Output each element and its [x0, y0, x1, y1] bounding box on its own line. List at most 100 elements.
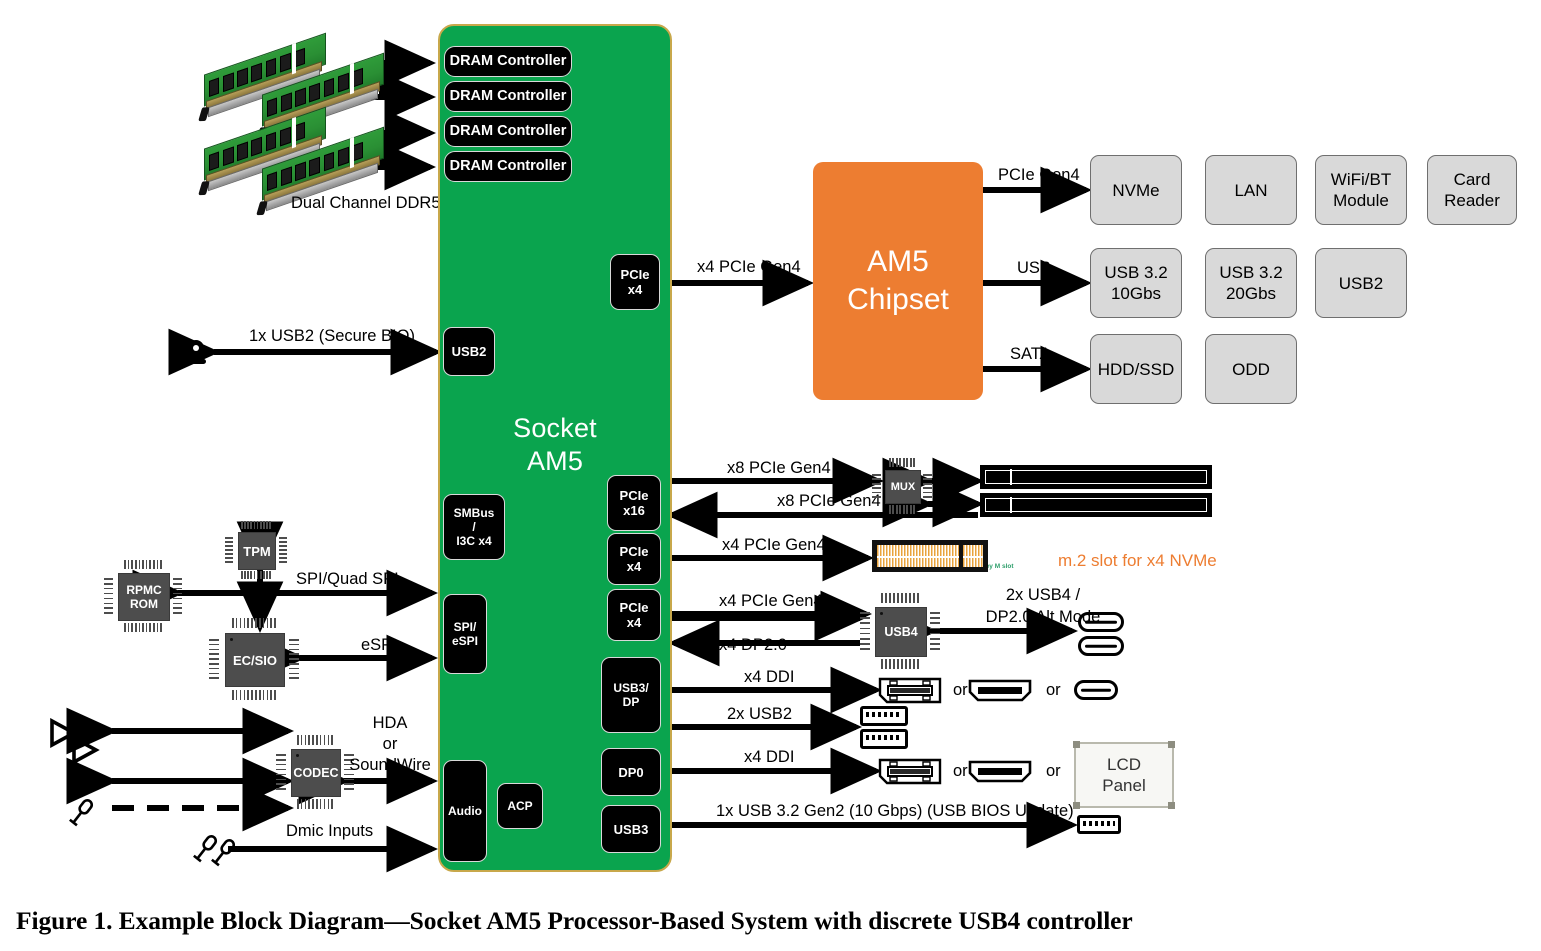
smbus-line2: /	[472, 520, 476, 534]
webcam-icon	[183, 338, 209, 366]
or-label: or	[1046, 762, 1061, 780]
pcie-slot	[980, 465, 1212, 489]
peripheral-nvme: NVMe	[1090, 155, 1182, 225]
socket-block-dp0: DP0	[601, 748, 661, 796]
socket-block-pcie-x4-m2: PCIe x4	[607, 533, 661, 585]
mux-label: MUX	[890, 481, 916, 493]
espi-label: eSPI	[361, 636, 397, 654]
pcie-x4-usb4-l1: PCIe	[619, 600, 649, 615]
socket-block-spi-espi: SPI/ eSPI	[443, 594, 487, 674]
dram-controller-1: DRAM Controller	[444, 81, 572, 112]
usb2-2x-label: 2x USB2	[727, 705, 793, 723]
dp20-label: 2x x4 DP2.0	[697, 636, 787, 654]
ddi-label-2: x4 DDI	[744, 748, 795, 766]
spi-line1: SPI/	[453, 620, 477, 634]
m2-slot-note: m.2 slot for x4 NVMe	[1058, 551, 1217, 570]
pcie-x4-chipset-l1: PCIe	[620, 267, 650, 282]
socket-title: Socket AM5	[438, 412, 672, 478]
or-label: or	[953, 681, 968, 699]
peripheral-card-reader: Card Reader	[1427, 155, 1517, 225]
displayport-connector-icon	[878, 677, 942, 704]
ec-sio-label: EC/SIO	[232, 652, 278, 668]
usb-type-a-port-icon	[860, 729, 908, 749]
pcie-x8-label-b: x8 PCIe Gen4	[777, 492, 881, 510]
dram-controller-3: DRAM Controller	[444, 151, 572, 182]
socket-block-usb3-dp: USB3/ DP	[601, 657, 661, 733]
tpm-label: TPM	[243, 543, 271, 559]
hda-soundwire-label: HDA or SoundWire	[330, 713, 450, 776]
spi-line2: eSPI	[451, 634, 478, 648]
usb-type-a-port-icon	[1077, 815, 1121, 834]
usb4-alt-l1: 2x USB4 /	[1005, 586, 1081, 604]
socket-block-pcie-x16: PCIe x16	[607, 475, 661, 531]
dmic-icon	[208, 836, 238, 868]
socket-block-pcie-x4-chipset: PCIe x4	[610, 254, 660, 310]
wifi-bt-l2: Module	[1333, 191, 1389, 210]
chipset-uplink-label: x4 PCIe Gen4	[697, 258, 801, 276]
pcie-x16-l2: x16	[623, 503, 645, 518]
am5-chipset: AM5 Chipset	[813, 162, 983, 400]
peripheral-usb2: USB2	[1315, 248, 1407, 318]
figure-caption: Figure 1. Example Block Diagram—Socket A…	[16, 906, 1133, 935]
mux-chip: MUX	[872, 458, 932, 514]
peripheral-lan: LAN	[1205, 155, 1297, 225]
m2-main-contacts	[876, 544, 960, 568]
lcd-panel: LCD Panel	[1073, 741, 1175, 809]
m2-connector	[872, 540, 988, 572]
pcie-x4-m2-l1: PCIe	[619, 544, 649, 559]
card-reader-l1: Card	[1453, 170, 1491, 189]
pcie-x16-l1: PCIe	[619, 488, 649, 503]
pcie-x4-chipset-l2: x4	[627, 282, 643, 297]
chipset-line2: Chipset	[847, 283, 949, 316]
chipset-link-usb-label: USB	[1017, 259, 1051, 277]
dram-controller-0: DRAM Controller	[444, 46, 572, 77]
dimm-group	[198, 28, 400, 216]
ddi-label-1: x4 DDI	[744, 668, 795, 686]
peripheral-odd: ODD	[1205, 334, 1297, 404]
socket-block-usb3: USB3	[601, 805, 661, 853]
usb32-10-l1: USB 3.2	[1104, 263, 1168, 282]
socket-block-acp: ACP	[497, 783, 543, 829]
peripheral-usb32-20gbs: USB 3.2 20Gbs	[1205, 248, 1297, 318]
usb-type-c-port-icon	[1074, 680, 1118, 700]
m2-key-contacts	[962, 544, 984, 568]
ec-sio-chip: EC/SIO	[209, 618, 299, 700]
rpmc-rom-chip: RPMC ROM	[104, 560, 182, 632]
audio-jack-icon	[74, 770, 98, 794]
lcd-l1: LCD	[1106, 755, 1141, 774]
socket-block-pcie-x4-usb4: PCIe x4	[607, 589, 661, 641]
smbus-line1: SMBus	[453, 506, 495, 520]
peripheral-usb32-10gbs: USB 3.2 10Gbs	[1090, 248, 1182, 318]
hda-l2: or	[382, 735, 398, 753]
usb32-10-l2: 10Gbs	[1110, 284, 1162, 303]
usb-type-a-port-icon	[860, 706, 908, 726]
pcie-x8-label-a: x8 PCIe Gen4	[727, 459, 831, 477]
peripheral-hdd-ssd: HDD/SSD	[1090, 334, 1182, 404]
usb4-label: USB4	[884, 625, 918, 639]
wifi-bt-l1: WiFi/BT	[1330, 170, 1392, 189]
or-label: or	[953, 762, 968, 780]
hda-l1: HDA	[372, 714, 408, 732]
pcie-x4-usb4-label: x4 PCIe Gen4	[719, 592, 823, 610]
socket-block-smbus: SMBus / I3C x4	[443, 494, 505, 560]
socket-title-line1: Socket	[513, 413, 597, 443]
or-label: or	[1046, 681, 1061, 699]
hdmi-connector-icon	[967, 759, 1033, 784]
memory-label: Dual Channel DDR5	[291, 194, 441, 212]
lcd-l2: Panel	[1102, 776, 1146, 795]
dmic-inputs-label: Dmic Inputs	[286, 822, 374, 840]
usb3-dp-l1: USB3/	[613, 681, 649, 695]
speaker-icon	[70, 734, 102, 766]
dram-controller-2: DRAM Controller	[444, 116, 572, 147]
secure-bio-label: 1x USB2 (Secure BIO)	[249, 327, 415, 345]
usb4-chip: USB4	[860, 593, 940, 669]
displayport-connector-icon	[878, 758, 942, 785]
usb3-dp-l2: DP	[622, 695, 640, 709]
chipset-link-sata-label: SATA	[1010, 345, 1051, 363]
rpmc-l2: ROM	[130, 597, 158, 611]
pcie-x4-m2-l2: x4	[626, 559, 642, 574]
peripheral-wifi-bt: WiFi/BT Module	[1315, 155, 1407, 225]
microphone-icon	[66, 796, 96, 828]
hdmi-connector-icon	[967, 678, 1033, 703]
card-reader-l2: Reader	[1444, 191, 1500, 210]
